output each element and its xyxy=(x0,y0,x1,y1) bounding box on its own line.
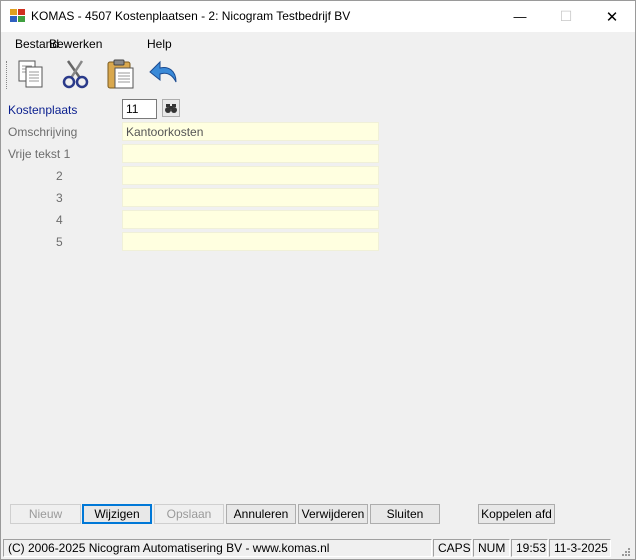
main-window: KOMAS - 4507 Kostenplaatsen - 2: Nicogra… xyxy=(0,0,636,560)
close-button[interactable]: ✕ xyxy=(589,1,635,32)
vrije-tekst-2-field[interactable] xyxy=(122,166,379,185)
vrije-tekst-5-label: 5 xyxy=(56,235,63,249)
vrije-tekst-label: Vrije tekst 1 xyxy=(8,147,71,161)
opslaan-button[interactable]: Opslaan xyxy=(154,504,224,524)
resize-grip-icon[interactable] xyxy=(619,545,631,557)
vrije-tekst-1-field[interactable] xyxy=(122,144,379,163)
vrije-tekst-4-label: 4 xyxy=(56,213,63,227)
kostenplaats-label: Kostenplaats xyxy=(8,103,78,117)
verwijderen-button[interactable]: Verwijderen xyxy=(298,504,368,524)
status-bar: (C) 2006-2025 Nicogram Automatisering BV… xyxy=(1,537,635,559)
status-num: NUM xyxy=(473,539,510,557)
lookup-button[interactable] xyxy=(162,99,180,117)
menu-bewerken[interactable]: Bewerken xyxy=(49,37,102,51)
vrije-tekst-5-field[interactable] xyxy=(122,232,379,251)
nieuw-button[interactable]: Nieuw xyxy=(10,504,81,524)
kostenplaats-input[interactable]: 11 xyxy=(122,99,157,119)
undo-icon[interactable] xyxy=(148,58,180,90)
minimize-icon: — xyxy=(513,9,527,24)
cut-icon[interactable] xyxy=(60,58,92,90)
app-icon xyxy=(10,9,25,22)
maximize-button[interactable]: ☐ xyxy=(543,1,589,32)
toolbar-grip[interactable] xyxy=(6,61,9,89)
window-title: KOMAS - 4507 Kostenplaatsen - 2: Nicogra… xyxy=(31,9,351,23)
status-time: 19:53 xyxy=(511,539,548,557)
menu-help[interactable]: Help xyxy=(147,37,172,51)
binoculars-icon xyxy=(165,104,177,113)
koppelen-afd-button[interactable]: Koppelen afd xyxy=(478,504,555,524)
toolbar xyxy=(1,55,635,95)
maximize-icon: ☐ xyxy=(559,8,573,24)
wijzigen-button[interactable]: Wijzigen xyxy=(82,504,152,524)
vrije-tekst-2-label: 2 xyxy=(56,169,63,183)
minimize-button[interactable]: — xyxy=(497,1,543,32)
vrije-tekst-3-field[interactable] xyxy=(122,188,379,207)
sluiten-button[interactable]: Sluiten xyxy=(370,504,440,524)
copy-icon[interactable] xyxy=(15,58,47,90)
omschrijving-field[interactable]: Kantoorkosten xyxy=(122,122,379,141)
vrije-tekst-4-field[interactable] xyxy=(122,210,379,229)
vrije-tekst-3-label: 3 xyxy=(56,191,63,205)
close-icon: ✕ xyxy=(605,8,619,26)
status-date: 11-3-2025 xyxy=(549,539,611,557)
paste-icon[interactable] xyxy=(105,58,137,90)
menu-bar: Bestand Bewerken Help xyxy=(1,33,635,54)
status-copyright: (C) 2006-2025 Nicogram Automatisering BV… xyxy=(3,539,432,557)
status-caps: CAPS xyxy=(433,539,472,557)
annuleren-button[interactable]: Annuleren xyxy=(226,504,296,524)
title-bar: KOMAS - 4507 Kostenplaatsen - 2: Nicogra… xyxy=(1,1,635,32)
omschrijving-label: Omschrijving xyxy=(8,125,78,139)
